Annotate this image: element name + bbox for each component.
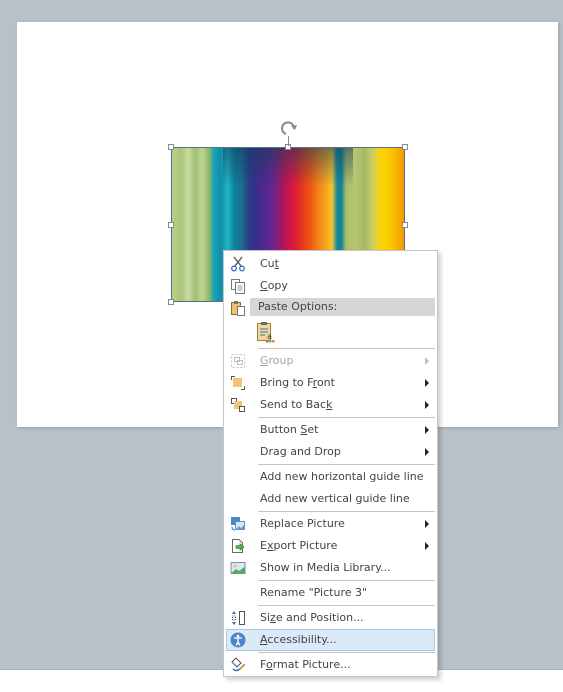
menu-item-drag-and-drop[interactable]: Drag and Drop: [226, 441, 435, 463]
menu-item-cut[interactable]: Cut: [226, 253, 435, 275]
menu-separator: [258, 417, 435, 418]
submenu-arrow-icon: [425, 426, 429, 434]
menu-separator: [258, 464, 435, 465]
submenu-arrow-icon: [425, 542, 429, 550]
menu-item-label: Send to Back: [260, 398, 333, 411]
menu-item-label: Drag and Drop: [260, 445, 341, 458]
menu-item-label: Rename "Picture 3": [260, 586, 368, 599]
menu-item-label: Button Set: [260, 423, 319, 436]
resize-handle-bottom-left[interactable]: [168, 299, 174, 305]
menu-separator: [258, 580, 435, 581]
svg-text:a: a: [267, 332, 272, 341]
submenu-arrow-icon: [425, 357, 429, 365]
menu-separator: [258, 652, 435, 653]
menu-item-label: Export Picture: [260, 539, 338, 552]
export-picture-icon: [232, 539, 245, 553]
menu-item-accessibility[interactable]: Accessibility...: [226, 629, 435, 651]
rotate-handle-icon[interactable]: [280, 120, 298, 142]
menu-item-label: Replace Picture: [260, 517, 345, 530]
paste-options-row: [226, 297, 250, 319]
resize-handle-top-right[interactable]: [402, 144, 408, 150]
resize-handle-top-left[interactable]: [168, 144, 174, 150]
paste-options-label: Paste Options:: [258, 300, 338, 313]
menu-item-copy[interactable]: Copy: [226, 275, 435, 297]
menu-item-label: Copy: [260, 279, 288, 292]
menu-item-format-picture[interactable]: Format Picture...: [226, 654, 435, 676]
menu-item-label: Bring to Front: [260, 376, 335, 389]
menu-item-bring-to-front[interactable]: Bring to Front: [226, 372, 435, 394]
scissors-icon: [231, 256, 245, 272]
menu-item-label: Accessibility...: [260, 633, 337, 646]
menu-item-size-and-position[interactable]: Size and Position...: [226, 607, 435, 629]
paste-keep-text-only-icon: a: [257, 322, 275, 343]
menu-item-label: Add new horizontal guide line: [260, 470, 424, 483]
menu-separator: [258, 348, 435, 349]
menu-item-show-in-media-library[interactable]: Show in Media Library...: [226, 557, 435, 579]
menu-item-export-picture[interactable]: Export Picture: [226, 535, 435, 557]
paste-option-keep-text-only[interactable]: a: [252, 319, 280, 345]
menu-separator: [258, 605, 435, 606]
menu-item-label: Show in Media Library...: [260, 561, 391, 574]
context-menu: Cut Copy Paste Options: a Group Bring to…: [223, 250, 438, 677]
menu-item-rename[interactable]: Rename "Picture 3": [226, 582, 435, 604]
submenu-arrow-icon: [425, 520, 429, 528]
menu-separator: [258, 511, 435, 512]
menu-item-add-horizontal-guide[interactable]: Add new horizontal guide line: [226, 466, 435, 488]
submenu-arrow-icon: [425, 448, 429, 456]
size-position-icon: [232, 611, 245, 625]
menu-item-group[interactable]: Group: [226, 350, 435, 372]
submenu-arrow-icon: [425, 379, 429, 387]
menu-item-add-vertical-guide[interactable]: Add new vertical guide line: [226, 488, 435, 510]
bring-to-front-icon: [231, 376, 245, 390]
paste-options-header: Paste Options:: [250, 298, 435, 316]
group-icon: [231, 354, 245, 368]
paste-icon: [231, 301, 245, 316]
menu-item-label: Group: [260, 354, 294, 367]
menu-item-replace-picture[interactable]: Replace Picture: [226, 513, 435, 535]
accessibility-icon: [230, 632, 246, 648]
menu-item-label: Cut: [260, 257, 279, 270]
menu-item-send-to-back[interactable]: Send to Back: [226, 394, 435, 416]
menu-item-button-set[interactable]: Button Set: [226, 419, 435, 441]
format-picture-icon: [231, 657, 246, 672]
replace-picture-icon: [231, 517, 245, 531]
media-library-icon: [230, 562, 246, 574]
menu-item-label: Add new vertical guide line: [260, 492, 410, 505]
send-to-back-icon: [231, 398, 245, 412]
copy-icon: [231, 279, 245, 294]
resize-handle-middle-right[interactable]: [402, 222, 408, 228]
menu-item-label: Size and Position...: [260, 611, 364, 624]
menu-item-label: Format Picture...: [260, 658, 351, 671]
submenu-arrow-icon: [425, 401, 429, 409]
resize-handle-middle-left[interactable]: [168, 222, 174, 228]
